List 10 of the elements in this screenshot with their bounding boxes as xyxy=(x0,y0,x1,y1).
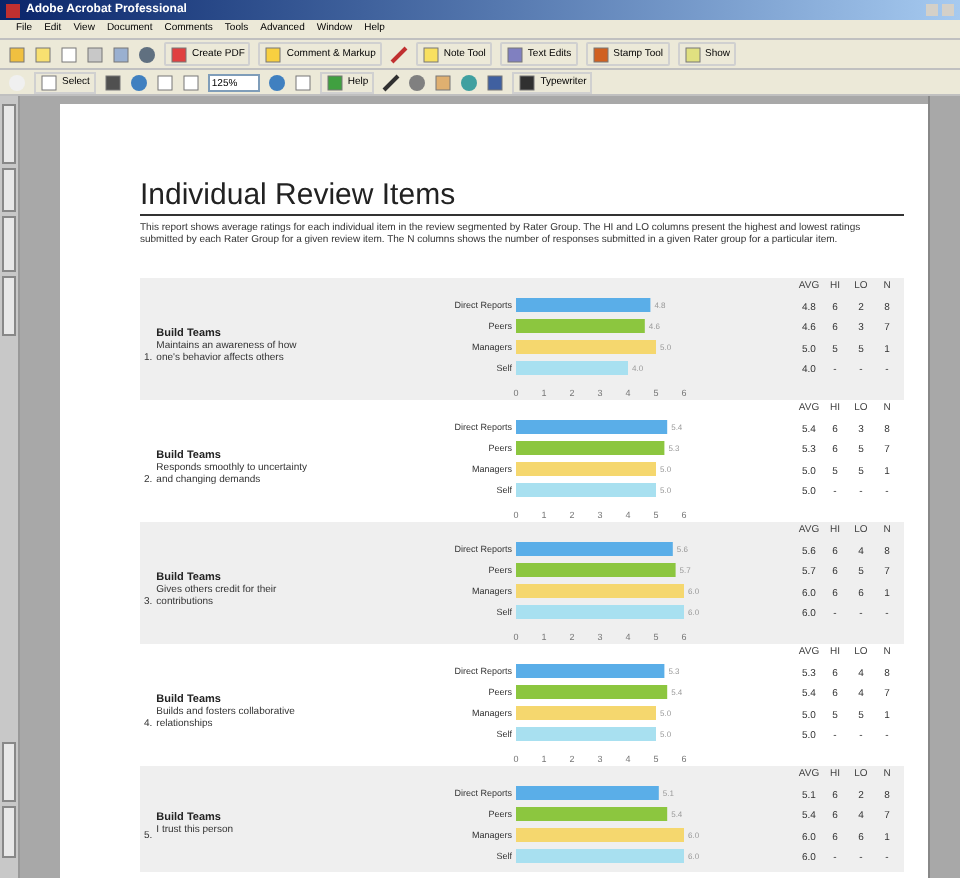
side-tab[interactable] xyxy=(2,104,16,164)
app-icon xyxy=(6,3,20,17)
side-tab[interactable] xyxy=(2,216,16,272)
page-heading: Individual Review Items xyxy=(140,180,904,216)
vertical-scrollbar[interactable] xyxy=(928,96,960,878)
side-tab[interactable] xyxy=(2,276,16,336)
page-icon[interactable] xyxy=(293,73,312,91)
side-tab[interactable] xyxy=(2,742,16,802)
side-tab[interactable] xyxy=(2,806,16,858)
side-tab[interactable] xyxy=(2,168,16,212)
